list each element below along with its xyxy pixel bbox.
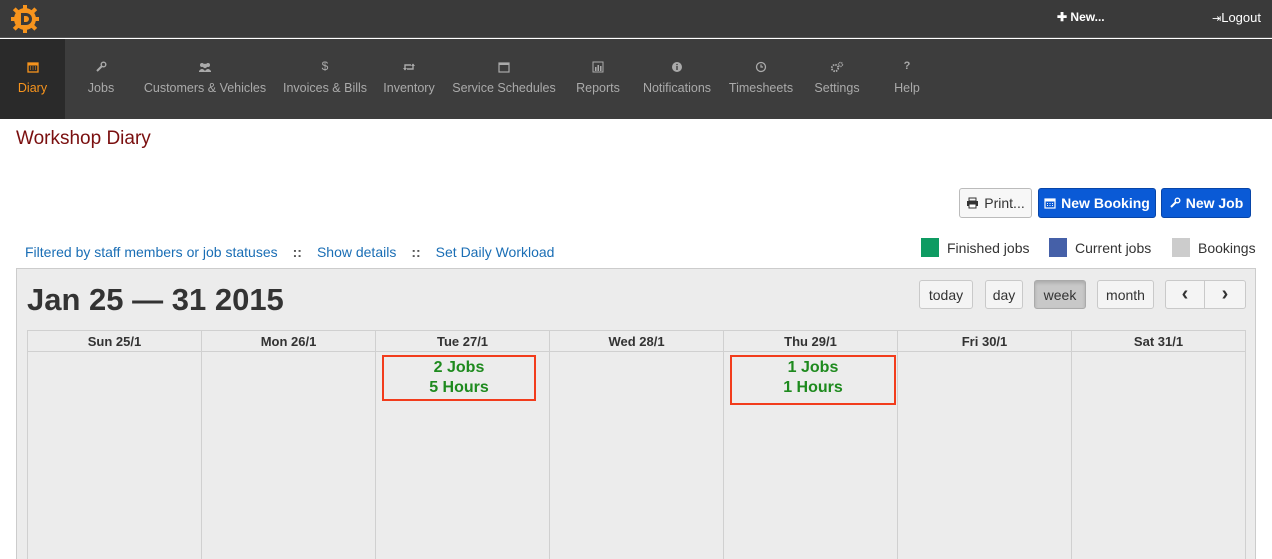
wrench-icon [70,61,132,75]
nav-label: Service Schedules [452,81,556,95]
nav-label: Jobs [87,81,115,95]
nav-label: Reports [576,81,620,95]
week-view-button[interactable]: week [1034,280,1086,309]
wrench-icon [1169,197,1181,208]
print-button[interactable]: Print... [959,188,1032,218]
new-menu-label: New... [1070,10,1105,24]
separator: :: [292,244,302,260]
dollar-icon: $ [321,59,329,73]
nav-item-diary[interactable]: Diary [0,39,65,119]
new-job-button[interactable]: New Job [1161,188,1251,218]
info-icon [638,61,716,75]
clock-icon [724,61,798,75]
new-booking-label: New Booking [1061,195,1150,211]
nav-label: Settings [814,81,860,95]
set-daily-workload-link[interactable]: Set Daily Workload [436,244,555,260]
nav-label: Invoices & Bills [282,81,368,95]
new-menu-button[interactable]: ✚ New... [1057,10,1105,24]
prev-week-button[interactable]: ‹ [1165,280,1205,309]
question-icon: ? [903,60,911,72]
day-header: Sun 25/1 [28,331,201,352]
separator: :: [411,244,421,260]
app-logo-icon[interactable] [10,4,40,34]
calendar-icon [1044,198,1056,209]
nav-label: Diary [17,81,48,95]
filter-links: Filtered by staff members or job statuse… [25,244,554,260]
nav-label: Customers & Vehicles [143,81,267,95]
top-bar: ✚ New... ⇥Logout [0,0,1272,38]
legend-label: Finished jobs [947,239,1030,256]
hours-count: 5 Hours [429,379,489,396]
legend-bookings: Bookings [1172,238,1256,257]
nav-label: Inventory [383,81,435,95]
nav-item-settings[interactable]: Settings [808,39,866,119]
bar-chart-icon [568,61,628,75]
plus-icon: ✚ [1057,10,1068,24]
day-column-wed[interactable]: Wed 28/1 [550,331,724,559]
calendar-panel: Jan 25 — 31 2015 today day week month ‹ … [16,268,1256,559]
day-view-button[interactable]: day [985,280,1023,309]
nav-label: Help [894,81,920,95]
sign-out-icon: ⇥ [1212,13,1222,25]
day-header: Wed 28/1 [550,331,723,352]
nav-label: Timesheets [728,81,794,95]
nav-item-inventory[interactable]: Inventory [378,39,440,119]
gears-icon [808,61,866,75]
legend-label: Current jobs [1075,239,1152,256]
day-column-thu[interactable]: Thu 29/1 1 Jobs 1 Hours [724,331,898,559]
hours-count: 1 Hours [783,379,843,396]
page-title: Workshop Diary [16,128,151,149]
nav-item-invoices-bills[interactable]: $ Invoices & Bills [278,39,372,119]
legend-label: Bookings [1198,239,1256,256]
day-column-fri[interactable]: Fri 30/1 [898,331,1072,559]
day-column-tue[interactable]: Tue 27/1 2 Jobs 5 Hours [376,331,550,559]
bookings-swatch [1172,238,1190,257]
nav-item-timesheets[interactable]: Timesheets [724,39,798,119]
jobs-count: 2 Jobs [433,359,485,376]
current-swatch [1049,238,1067,257]
users-icon [140,61,270,75]
day-header: Thu 29/1 [724,331,897,352]
print-label: Print... [984,195,1025,211]
day-header: Tue 27/1 [376,331,549,352]
new-booking-button[interactable]: New Booking [1038,188,1156,218]
day-summary[interactable]: 2 Jobs 5 Hours [382,355,536,401]
day-header: Fri 30/1 [898,331,1071,352]
nav-item-reports[interactable]: Reports [568,39,628,119]
today-button[interactable]: today [919,280,973,309]
staff-filter-link[interactable]: Filtered by staff members or job statuse… [25,244,278,260]
logout-button[interactable]: ⇥Logout [1212,10,1261,25]
nav-item-customers-vehicles[interactable]: Customers & Vehicles [140,39,270,119]
legend-current-jobs: Current jobs [1049,238,1151,257]
day-column-sat[interactable]: Sat 31/1 [1072,331,1246,559]
calendar-icon [0,61,65,75]
day-header: Mon 26/1 [202,331,375,352]
day-summary[interactable]: 1 Jobs 1 Hours [730,355,896,405]
month-view-button[interactable]: month [1097,280,1154,309]
day-column-sun[interactable]: Sun 25/1 [28,331,202,559]
nav-item-help[interactable]: ? Help [880,39,934,119]
calendar-title: Jan 25 — 31 2015 [27,282,284,317]
jobs-count: 1 Jobs [787,359,839,376]
nav-item-jobs[interactable]: Jobs [70,39,132,119]
legend-finished-jobs: Finished jobs [921,238,1030,257]
nav-item-notifications[interactable]: Notifications [638,39,716,119]
nav-item-service-schedules[interactable]: Service Schedules [450,39,558,119]
print-icon [967,197,979,209]
week-grid: Sun 25/1 Mon 26/1 Tue 27/1 2 Jobs 5 Hour… [27,330,1246,559]
calendar-icon [450,61,558,75]
next-week-button[interactable]: › [1205,280,1246,309]
retweet-icon [378,61,440,75]
logout-label: Logout [1221,10,1261,25]
show-details-link[interactable]: Show details [317,244,396,260]
day-column-mon[interactable]: Mon 26/1 [202,331,376,559]
main-nav: Diary Jobs Customers & Vehicles $ Invoic… [0,39,1272,119]
finished-swatch [921,238,939,257]
nav-label: Notifications [642,81,712,95]
day-header: Sat 31/1 [1072,331,1245,352]
new-job-label: New Job [1185,195,1244,211]
